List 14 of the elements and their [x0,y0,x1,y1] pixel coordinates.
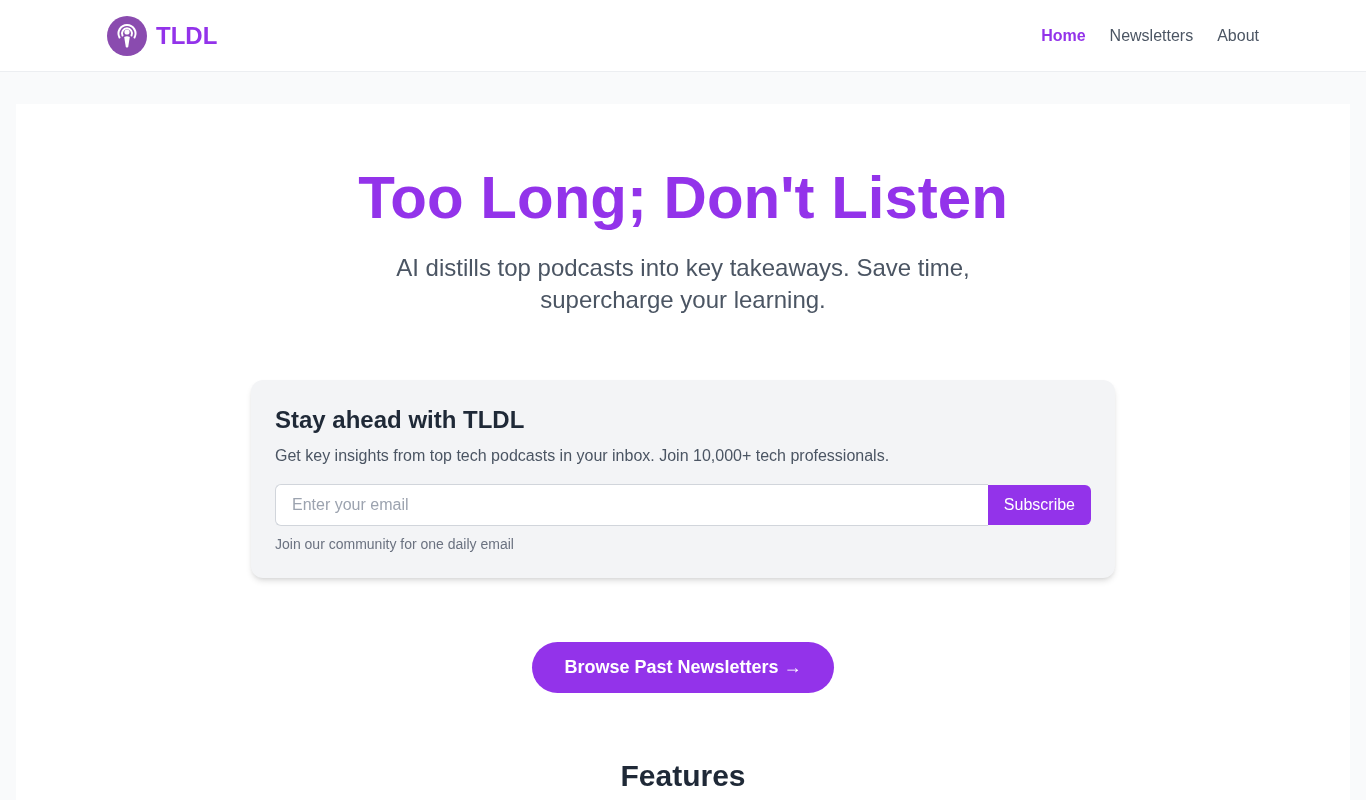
nav-link[interactable]: Newsletters [1109,23,1194,48]
hero-subtitle: AI distills top podcasts into key takeaways. Save time, supercharge your learning. [395,253,971,315]
subscribe-button[interactable]: Subscribe [987,485,1091,525]
brand-name: TLDL [156,21,218,50]
signup-note: Join our community for one daily email [275,535,515,554]
features-heading: Features [620,758,746,794]
signup-card-description: Get key insights from top tech podcasts in your inbox. Join 10,000+ tech professionals. [275,446,891,466]
hero-title: Too Long; Don't Listen [358,163,1008,233]
podcast-logo-icon [107,15,147,56]
browse-newsletters-button[interactable]: Browse Past Newsletters → [532,642,834,693]
email-input-field[interactable]: Enter your email [275,484,988,526]
nav-link[interactable]: About [1217,23,1259,48]
signup-card-title: Stay ahead with TLDL [275,405,526,435]
nav-link[interactable]: Home [1041,23,1086,48]
